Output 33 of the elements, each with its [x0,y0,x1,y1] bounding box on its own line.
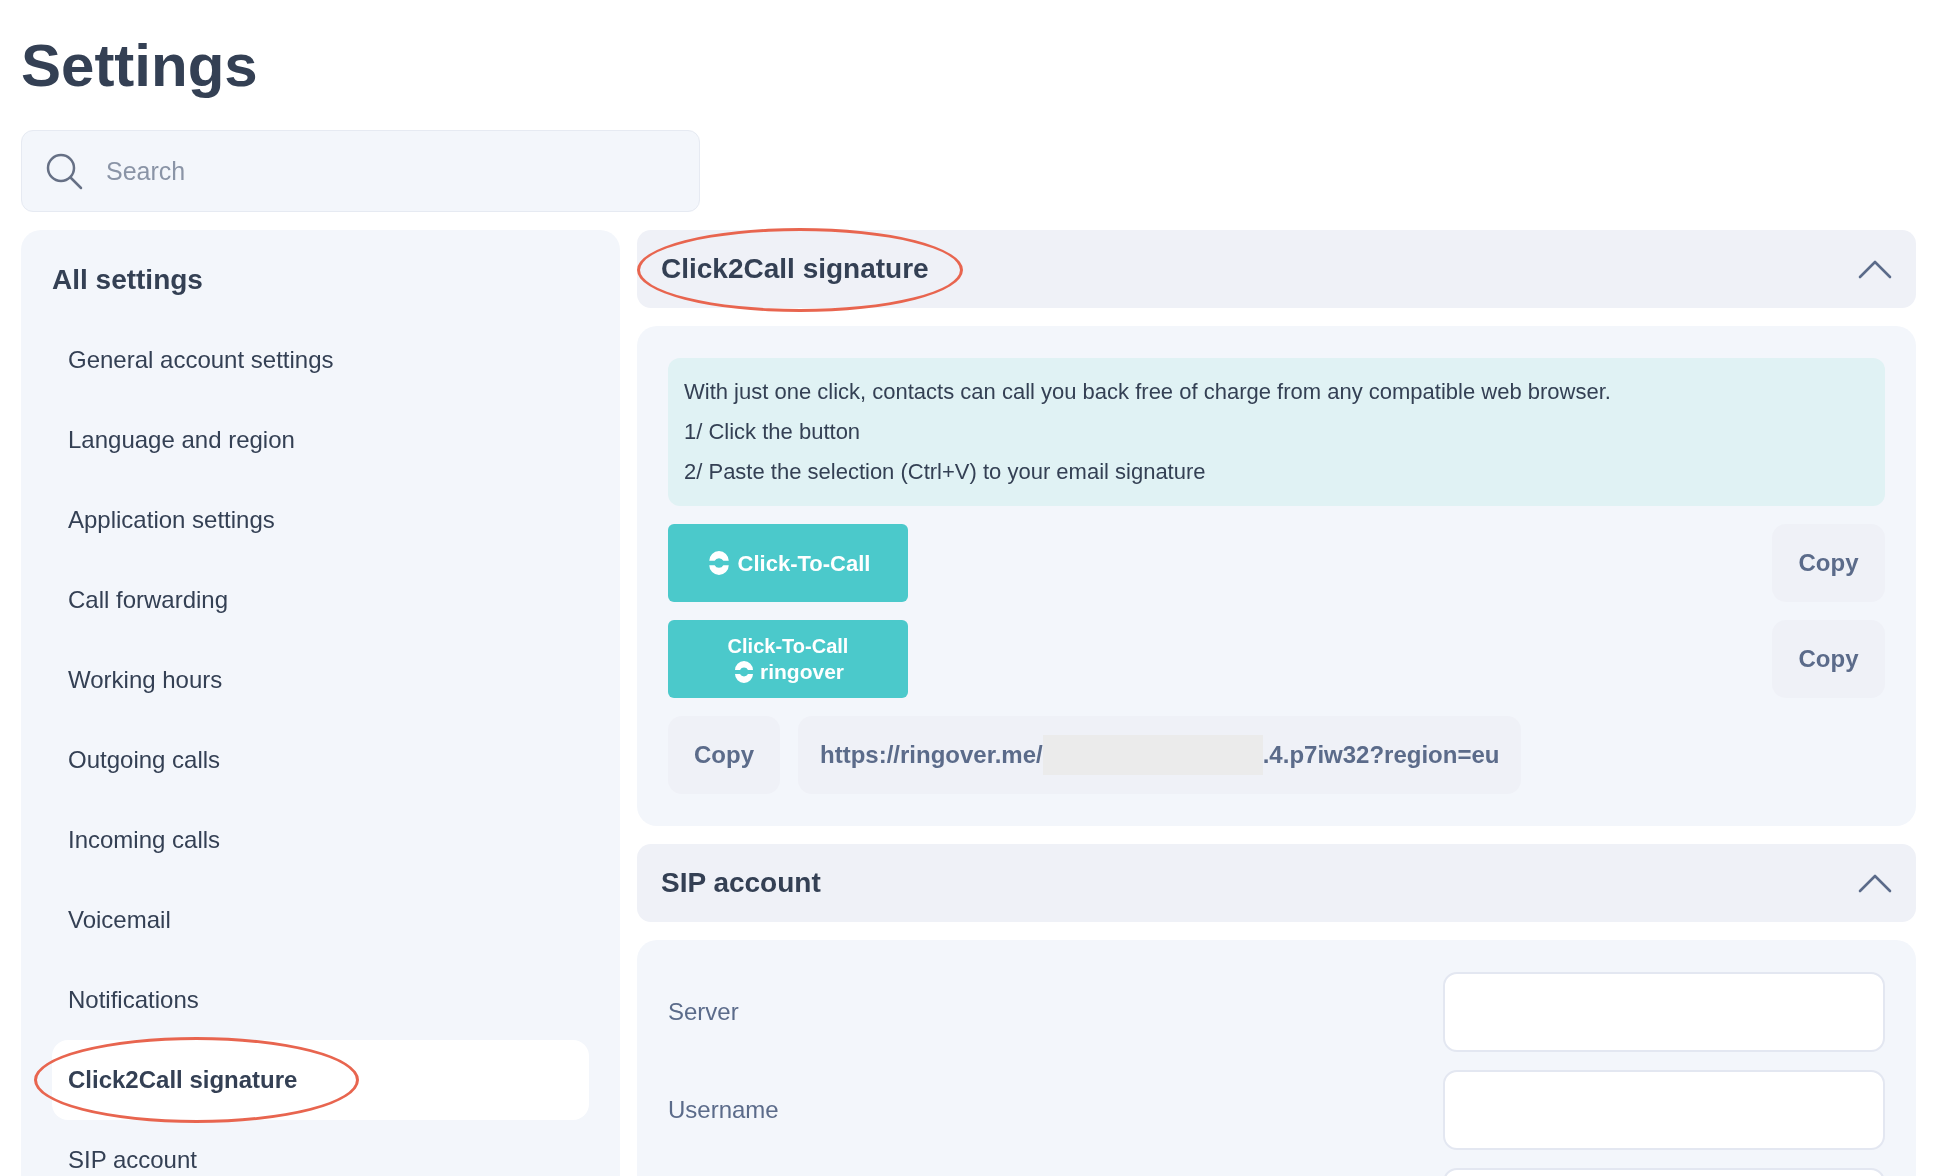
sidebar-item[interactable]: Language and region [52,400,589,480]
section-header[interactable]: SIP account [637,844,1916,922]
sidebar-item[interactable]: General account settings [52,320,589,400]
copy-button[interactable]: Copy [668,716,780,794]
sidebar-item[interactable]: Working hours [52,640,589,720]
sidebar-heading: All settings [52,263,204,297]
sidebar-item[interactable]: Notifications [52,960,589,1040]
section-header[interactable]: Click2Call signature [637,230,1916,308]
sidebar-item[interactable]: Incoming calls [52,800,589,880]
sidebar-item[interactable]: Application settings [52,480,589,560]
input-field[interactable] [1443,1070,1885,1150]
section-title: Click2Call signature [661,252,929,286]
sidebar-item[interactable]: Click2Call signature [52,1040,589,1120]
info-text: 2/ Paste the selection (Ctrl+V) to your email signature [684,458,1207,486]
search-field[interactable]: Search [21,130,700,212]
copy-button[interactable]: Copy [1772,524,1885,602]
ring-logo-icon [732,660,756,684]
chevron-up-icon[interactable] [1858,259,1892,279]
sidebar-item[interactable]: Voicemail [52,880,589,960]
sidebar-item[interactable]: SIP account [52,1120,589,1176]
sidebar-item[interactable]: Call forwarding [52,560,589,640]
field-label: Server [668,997,739,1027]
link-field[interactable]: https://ringover.me/ .4.p7iw32?region=eu [798,716,1522,794]
info-text: 1/ Click the button [684,418,862,446]
copy-button[interactable]: Copy [1772,620,1885,698]
field-label: Username [668,1095,779,1125]
chevron-up-icon[interactable] [1858,873,1892,893]
sidebar-item[interactable]: Outgoing calls [52,720,589,800]
input-field[interactable] [1443,972,1885,1052]
search-icon [45,152,83,190]
page-title: Settings [21,31,258,101]
info-text: With just one click, contacts can call you back free of charge from any compatible web browser. [684,378,1612,406]
section-title: SIP account [661,866,821,900]
